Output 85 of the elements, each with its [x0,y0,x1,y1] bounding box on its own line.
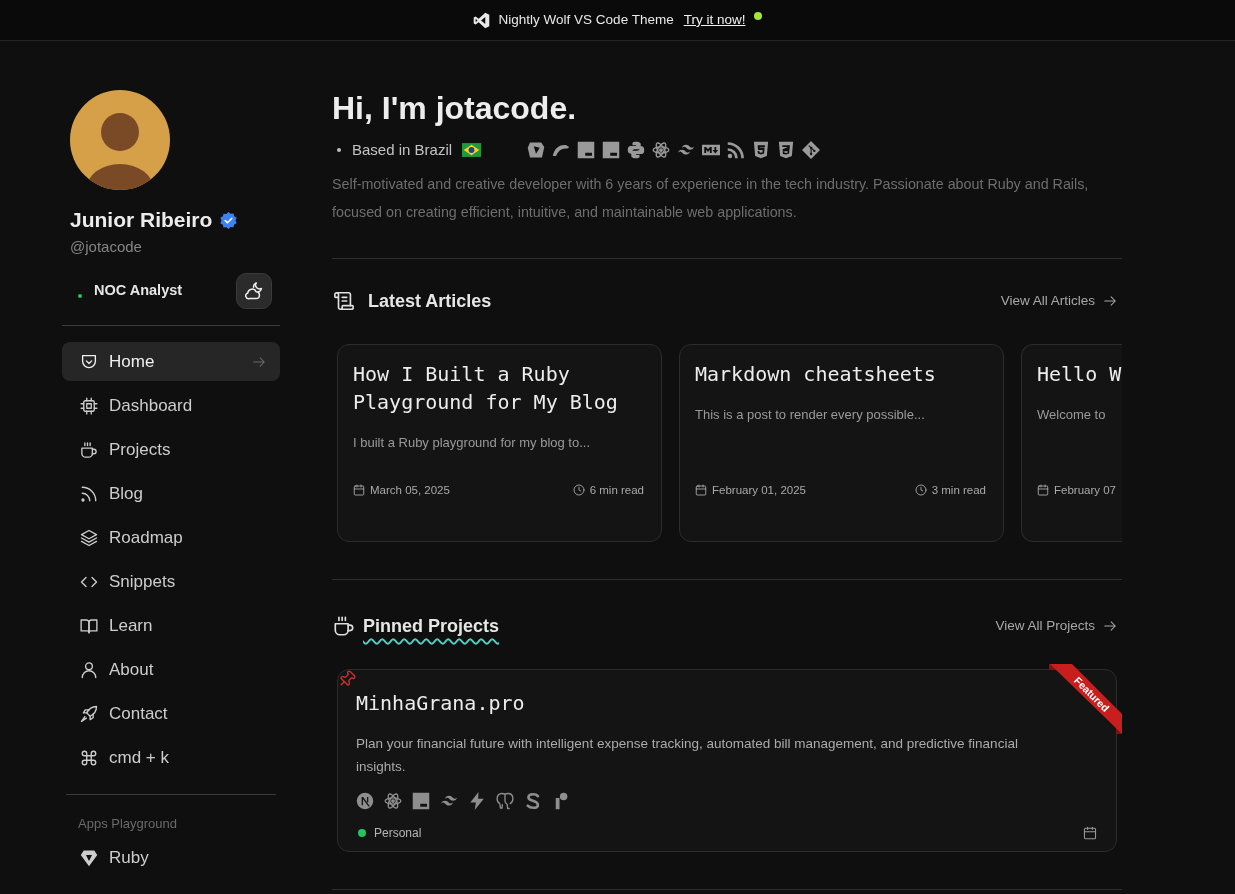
article-title: How I Built a Ruby Playground for My Blog [353,361,619,416]
article-excerpt: This is a post to render every possible... [695,406,926,424]
article-date: February 01, 2025 [712,483,806,498]
nav-item[interactable]: cmd + k [62,738,280,777]
verified-badge-icon [220,211,238,229]
section-title: Latest Articles [368,290,492,313]
section-label: Apps Playground [77,815,178,833]
bullet-icon [337,148,341,152]
mug-icon [80,440,98,459]
calendar-icon [1037,484,1049,496]
nav-item[interactable]: Learn [62,606,280,645]
nav-item[interactable]: Roadmap [62,518,280,557]
interlocked-logo-icon [627,141,646,159]
nav-item[interactable]: Projects [62,430,280,469]
article-excerpt: Welcome to [1037,406,1107,424]
nav-item[interactable]: About [62,650,280,689]
hero-title: Hi, I'm jotacode. [332,90,578,126]
project-category: Personal [374,825,422,842]
square-logo-icon [577,141,596,159]
location-text: Based in Brazil [352,139,453,160]
scroll-icon [333,290,355,312]
arrow-right-icon [1103,619,1117,633]
article-card[interactable]: Hello W Welcome to February 07 [1021,344,1122,542]
bolt-icon [468,792,486,810]
article-title: Markdown cheatsheets [695,361,937,388]
article-date: February 07 [1054,483,1116,498]
s-curve-icon [524,792,542,810]
chip-icon [80,396,98,415]
arrow-right-icon [1103,294,1117,308]
square-logo-icon [602,141,621,159]
section-title: Pinned Projects [363,615,500,638]
status-label: NOC Analyst [94,281,183,301]
command-icon [80,748,98,767]
calendar-icon [353,484,365,496]
article-title: Hello W [1037,361,1122,388]
project-description: Plan your financial future with intelligent expense tracking, automated bill management, and predictive financial insights. [356,735,1019,776]
cloud-moon-icon [244,281,264,301]
nav-item[interactable]: Contact [62,694,280,733]
status-dot-icon [78,293,82,298]
read-time: 3 min read [931,483,986,498]
gem-icon [80,848,98,867]
calendar-icon [695,484,707,496]
circle-logo-icon [356,792,374,810]
banner-link[interactable]: Try it now! [683,9,746,31]
layers-icon [80,528,98,547]
nav-item[interactable]: Blog [62,474,280,513]
article-date: March 05, 2025 [370,483,450,498]
theme-toggle-button[interactable] [236,273,272,309]
elephant-icon [496,792,514,810]
read-time: 6 min read [589,483,644,498]
gem-icon [527,141,546,159]
flag-icon [462,143,482,157]
code-editor-logo-icon [472,11,490,29]
arrow-right-icon [252,354,266,369]
rocket-icon [80,704,98,723]
rss-icon [80,484,98,503]
profile-handle: @jotacode [70,237,143,257]
profile-name: Junior Ribeiro [70,207,213,233]
mug-icon [333,615,355,637]
status-dot-icon [358,829,366,837]
nav-item[interactable]: Dashboard [62,386,280,425]
atom-icon [652,141,671,159]
square-logo-icon [412,792,430,810]
shield-logo-icon [777,141,796,159]
clock-icon [572,484,585,496]
bio-text: Self-motivated and creative developer with 6 years of experience in the tech industry. Passionate about Ruby and Rails, focused on creating efficient, intuitive, and maintainable web applications. [332,175,1090,222]
calendar-icon [1083,826,1097,840]
shield-logo-icon [752,141,771,159]
shield-check-icon [80,352,98,371]
user-icon [80,660,98,679]
article-excerpt: I built a Ruby playground for my blog to... [353,434,591,452]
status-dot-icon [754,12,763,20]
atom-icon [384,792,402,810]
banner-title: Nightly Wolf VS Code Theme [498,10,674,29]
nav-item[interactable]: Snippets [62,562,280,601]
diamond-logo-icon [802,141,821,159]
rss-icon [727,141,746,159]
view-all-link[interactable]: View All Projects [995,615,1117,637]
nav-item[interactable]: Home [62,342,280,381]
nav-item[interactable]: Ruby [62,838,280,877]
article-card[interactable]: Markdown cheatsheets This is a post to render every possible... February 01, 2025 3 min read [679,344,1004,542]
book-icon [80,616,98,635]
view-all-link[interactable]: View All Articles [1000,290,1117,312]
article-card[interactable]: How I Built a Ruby Playground for My Blog I built a Ruby playground for my blog to... March 05, 2025 6 min read [337,344,662,542]
clock-icon [914,484,927,496]
